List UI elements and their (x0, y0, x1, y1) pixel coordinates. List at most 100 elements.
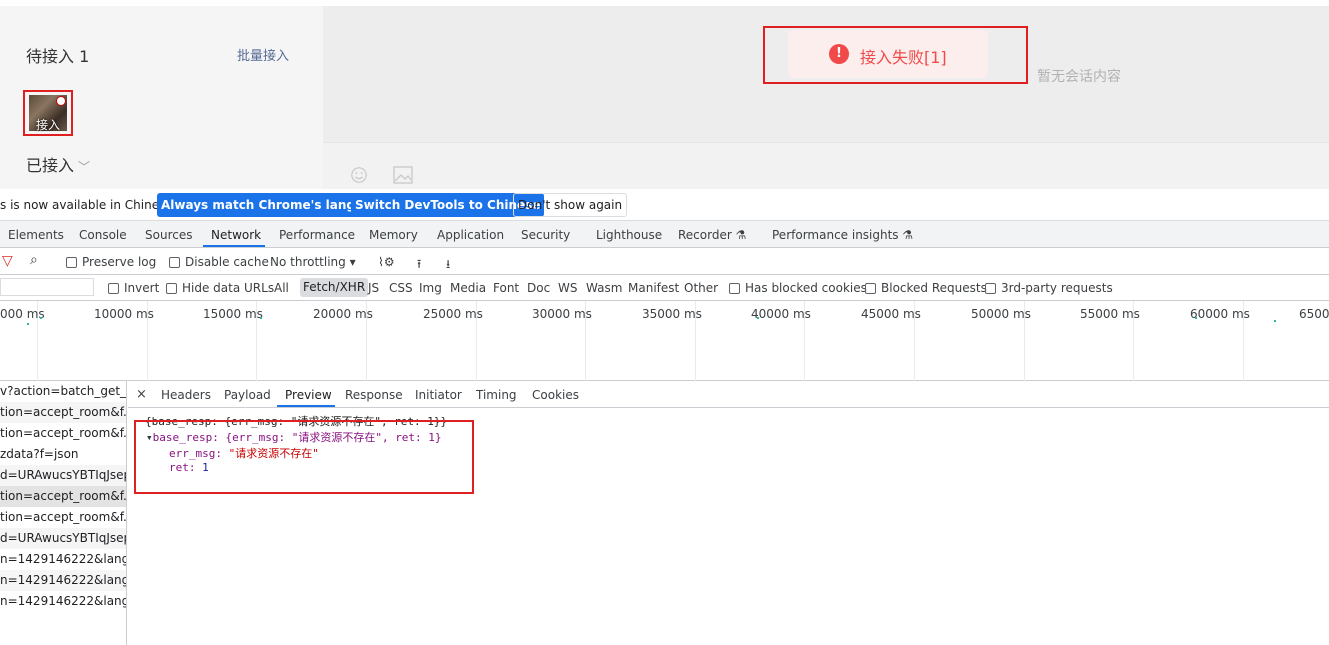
filter-doc[interactable]: Doc (527, 281, 550, 295)
filter-fetch-xhr[interactable]: Fetch/XHR (300, 278, 369, 297)
image-icon[interactable] (393, 166, 413, 184)
filter-all[interactable]: All (274, 281, 289, 295)
request-row[interactable]: n=1429146222&lang... (0, 549, 126, 570)
accepted-title: 已接入 (26, 156, 75, 175)
export-har-icon[interactable]: ⭳ (446, 255, 450, 276)
pending-title: 待接入 1 (26, 47, 90, 66)
timeline-tick: 25000 ms (423, 307, 483, 321)
request-marker (27, 323, 29, 325)
filter-media[interactable]: Media (450, 281, 486, 295)
hide-data-urls-label: Hide data URLs (182, 281, 275, 295)
request-row[interactable]: n=1429146222&lang... (0, 591, 126, 612)
tab-console[interactable]: Console (79, 228, 127, 242)
active-tab-indicator (203, 245, 265, 247)
timeline-tick: 50000 ms (971, 307, 1031, 321)
tab-cookies[interactable]: Cookies (532, 388, 579, 402)
tab-timing[interactable]: Timing (476, 388, 517, 402)
request-row[interactable]: tion=accept_room&f... (0, 423, 126, 444)
tab-memory[interactable]: Memory (369, 228, 418, 242)
filter-input[interactable] (0, 278, 94, 296)
third-party-label: 3rd-party requests (1001, 281, 1113, 295)
request-list: v?action=batch_get_n... tion=accept_room… (0, 381, 127, 645)
has-blocked-cookies-label: Has blocked cookies (745, 281, 867, 295)
tab-initiator[interactable]: Initiator (415, 388, 462, 402)
dont-show-again-button[interactable]: Don't show again (513, 193, 628, 217)
detail-tabbar: × Headers Payload Preview Response Initi… (128, 381, 1329, 408)
request-row[interactable]: d=URAwucsYBTIqJsep... (0, 528, 126, 549)
invert-label: Invert (124, 281, 160, 295)
throttling-select[interactable]: No throttling ▾ (270, 255, 356, 269)
disable-cache-checkbox[interactable]: Disable cache (169, 255, 269, 269)
request-row[interactable]: tion=accept_room&f... (0, 402, 126, 423)
throttling-label: No throttling (270, 255, 346, 269)
request-detail-panel: × Headers Payload Preview Response Initi… (128, 381, 1329, 645)
tab-network[interactable]: Network (211, 228, 261, 242)
tab-security[interactable]: Security (521, 228, 570, 242)
infobar-message: s is now available in Chinese! (0, 198, 178, 212)
flask-icon: ⚗ (902, 228, 914, 242)
network-filterbar: Invert Hide data URLs All Fetch/XHR JS C… (0, 275, 1329, 301)
disable-cache-label: Disable cache (185, 255, 269, 269)
hide-data-urls-checkbox[interactable]: Hide data URLs (166, 281, 274, 295)
web-app: 待接入 1 批量接入 接入 已接入 ﹀ ! 接入失败[1] 暂无会话内容 (0, 6, 1329, 189)
request-marker (757, 317, 759, 319)
blocked-requests-checkbox[interactable]: Blocked Requests (865, 281, 987, 295)
avatar-accept-label: 接入 (36, 118, 61, 132)
tab-application[interactable]: Application (437, 228, 504, 242)
tab-performance-insights[interactable]: Performance insights ⚗ (772, 228, 913, 242)
tab-performance[interactable]: Performance (279, 228, 355, 242)
request-row[interactable]: v?action=batch_get_n... (0, 381, 126, 402)
preserve-log-checkbox[interactable]: Preserve log (66, 255, 156, 269)
pending-session-item[interactable]: 接入 (23, 90, 73, 136)
invert-checkbox[interactable]: Invert (108, 281, 159, 295)
filter-manifest[interactable]: Manifest (628, 281, 679, 295)
checkbox-icon (865, 283, 876, 294)
devtools-tabbar: Elements Console Sources Network Perform… (0, 221, 1329, 248)
emoji-icon[interactable] (349, 166, 369, 184)
filter-css[interactable]: CSS (389, 281, 413, 295)
has-blocked-cookies-checkbox[interactable]: Has blocked cookies (729, 281, 867, 295)
error-icon: ! (829, 44, 849, 64)
tab-preview[interactable]: Preview (285, 388, 332, 402)
filter-img[interactable]: Img (419, 281, 442, 295)
tab-sources[interactable]: Sources (145, 228, 192, 242)
accepted-section-toggle[interactable]: 已接入 ﹀ (26, 152, 90, 176)
timeline-tick: 000 ms (0, 307, 45, 321)
filter-js[interactable]: JS (368, 281, 379, 295)
request-row-selected[interactable]: tion=accept_room&f... (0, 486, 126, 507)
session-list-panel: 待接入 1 批量接入 接入 已接入 ﹀ (0, 6, 323, 189)
filter-icon[interactable]: ▽ (2, 253, 13, 269)
batch-accept-link[interactable]: 批量接入 (237, 45, 289, 64)
network-conditions-icon[interactable]: ⌇⚙ (378, 255, 395, 269)
flask-icon: ⚗ (735, 228, 747, 242)
tab-payload[interactable]: Payload (224, 388, 271, 402)
search-icon[interactable]: ⌕ (30, 252, 38, 268)
language-infobar: s is now available in Chinese! Always ma… (0, 189, 1329, 221)
request-row[interactable]: d=URAwucsYBTIqJsep... (0, 465, 126, 486)
tab-headers[interactable]: Headers (161, 388, 211, 402)
toast-text: 接入失败[1] (860, 48, 947, 67)
highlight-box-json (134, 420, 474, 494)
timeline-tick: 30000 ms (532, 307, 592, 321)
import-har-icon[interactable]: ⭱ (417, 255, 421, 276)
close-icon[interactable]: × (136, 387, 147, 402)
network-timeline-overview[interactable]: 000 ms 10000 ms 15000 ms 20000 ms 25000 … (0, 301, 1329, 381)
avatar: 接入 (29, 95, 67, 132)
active-tab-indicator (277, 405, 335, 407)
tab-lighthouse[interactable]: Lighthouse (596, 228, 662, 242)
tab-recorder[interactable]: Recorder ⚗ (678, 228, 746, 242)
tab-elements[interactable]: Elements (8, 228, 64, 242)
request-row[interactable]: tion=accept_room&f... (0, 507, 126, 528)
filter-ws[interactable]: WS (558, 281, 577, 295)
timeline-tick: 55000 ms (1080, 307, 1140, 321)
third-party-checkbox[interactable]: 3rd-party requests (985, 281, 1113, 295)
filter-other[interactable]: Other (684, 281, 718, 295)
chat-input-area[interactable] (323, 142, 1329, 189)
request-row[interactable]: zdata?f=json (0, 444, 126, 465)
timeline-tick: 35000 ms (642, 307, 702, 321)
request-row[interactable]: n=1429146222&lang... (0, 570, 126, 591)
filter-wasm[interactable]: Wasm (586, 281, 622, 295)
timeline-tick: 65000 (1299, 307, 1329, 321)
filter-font[interactable]: Font (493, 281, 519, 295)
tab-response[interactable]: Response (345, 388, 403, 402)
